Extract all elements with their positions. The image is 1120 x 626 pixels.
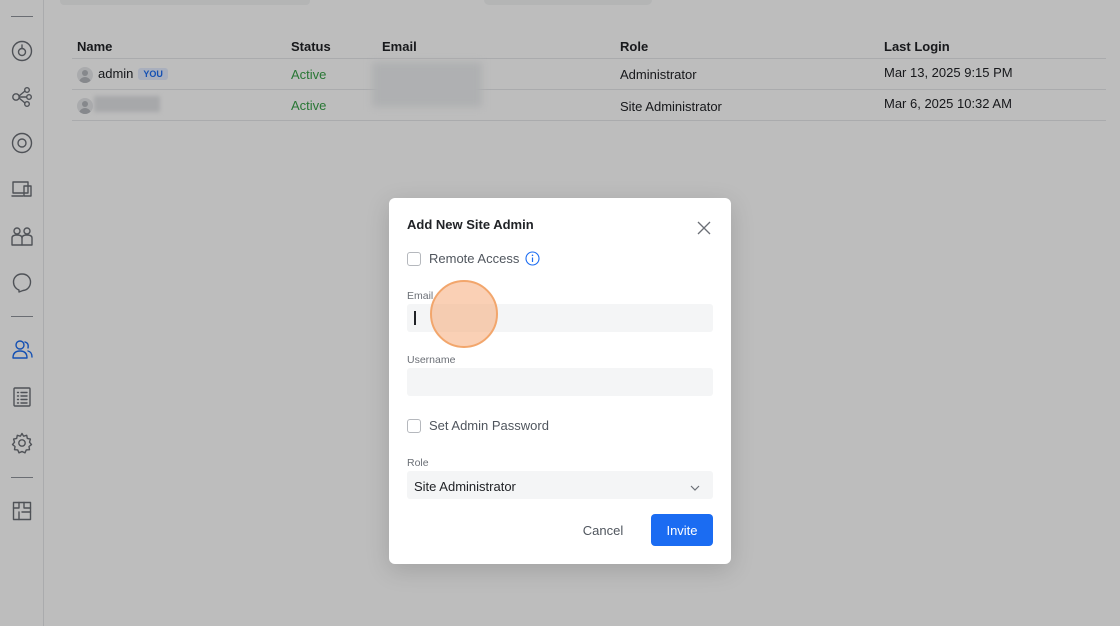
remote-access-label[interactable]: Remote Access [429,251,519,266]
remote-access-row: Remote Access [407,251,540,266]
set-password-row: Set Admin Password [407,418,549,433]
text-cursor [414,311,416,325]
add-site-admin-dialog: Add New Site Admin Remote Access Email U… [389,198,731,564]
dialog-title: Add New Site Admin [407,217,534,232]
remote-access-checkbox[interactable] [407,251,421,266]
role-label: Role [407,457,429,469]
close-icon[interactable] [693,217,715,239]
role-select[interactable]: Site Administrator [407,471,713,499]
chevron-down-icon [689,480,701,491]
info-icon[interactable] [525,251,540,266]
set-password-label[interactable]: Set Admin Password [429,418,549,433]
click-indicator [430,280,498,348]
role-value: Site Administrator [414,479,516,494]
username-field[interactable] [407,368,713,396]
invite-button[interactable]: Invite [651,514,713,546]
username-label: Username [407,354,456,366]
email-label: Email [407,290,434,302]
cancel-button[interactable]: Cancel [571,514,635,546]
set-password-checkbox[interactable] [407,418,421,433]
